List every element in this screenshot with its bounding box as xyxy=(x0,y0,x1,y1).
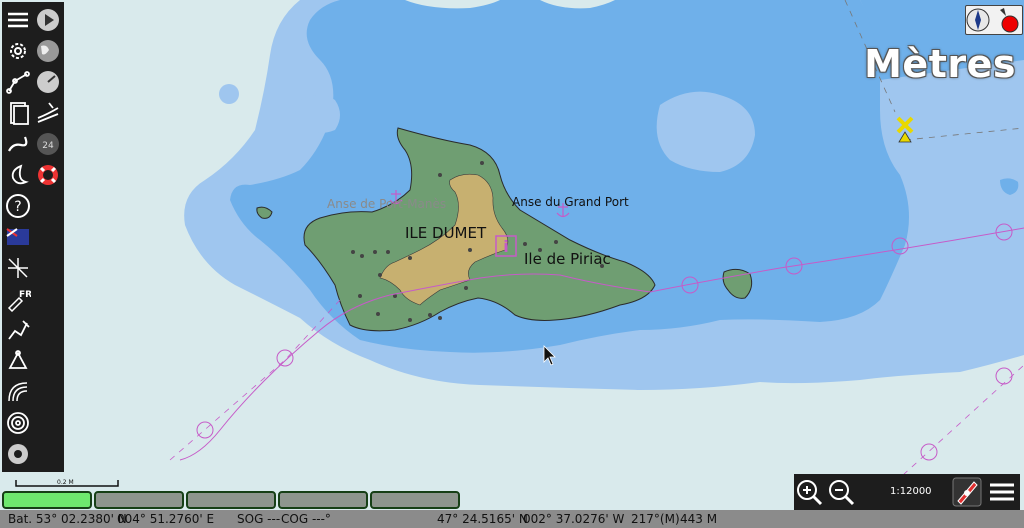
flag-icon xyxy=(6,228,29,245)
traffic-line-south xyxy=(902,364,1024,476)
cursor-bearing: 217°(M) xyxy=(631,512,680,526)
record-icon xyxy=(8,444,28,464)
svg-text:FR: FR xyxy=(19,290,31,300)
globe-icon xyxy=(37,40,59,62)
label-town: Ile de Piriac xyxy=(524,250,611,268)
tide-icon xyxy=(37,102,59,123)
layer-tab-1[interactable] xyxy=(2,491,92,509)
help-icon: ? xyxy=(6,194,30,218)
course-over-ground: COG ---° xyxy=(281,512,331,526)
follow-boat-icon[interactable] xyxy=(952,477,982,507)
layer-tab-5[interactable] xyxy=(370,491,460,509)
track-button[interactable] xyxy=(4,130,32,158)
route-icon xyxy=(6,71,30,94)
label-island-name: ILE DUMET xyxy=(405,224,487,242)
document-button[interactable] xyxy=(4,99,32,127)
document-icon xyxy=(10,102,29,125)
zoom-out-icon[interactable] xyxy=(826,477,856,507)
svg-text:i: i xyxy=(503,237,508,256)
scale-bar-label: 0.2 M xyxy=(57,479,74,486)
play-icon xyxy=(37,9,59,31)
waypoint-button[interactable] xyxy=(4,347,32,375)
gauge-icon xyxy=(37,71,59,93)
units-label: Mètres xyxy=(864,42,1016,86)
help-button[interactable]: ? xyxy=(4,192,32,220)
record-button[interactable] xyxy=(4,440,32,468)
chart-tools-button[interactable] xyxy=(4,254,32,282)
globe-button[interactable] xyxy=(34,37,62,65)
ais-button[interactable]: 24 xyxy=(34,130,62,158)
speed-over-ground: SOG --- xyxy=(237,512,281,526)
scale-readout: 1:12000 xyxy=(890,486,932,497)
night-mode-icon xyxy=(11,164,29,185)
tide-button[interactable] xyxy=(34,99,62,127)
layer-tab-2[interactable] xyxy=(94,491,184,509)
settings-icon xyxy=(10,43,26,59)
medium-depth-patch xyxy=(219,84,239,104)
language-button[interactable]: FR xyxy=(4,285,32,313)
cursor-distance: 443 M xyxy=(680,512,718,526)
settings-button[interactable] xyxy=(4,37,32,65)
radar-icon xyxy=(8,382,28,402)
svg-text:24: 24 xyxy=(42,141,54,151)
boat-longitude: 004° 51.2760' E xyxy=(117,512,215,526)
chart-tools-icon xyxy=(8,258,28,278)
cursor-longitude: 002° 37.0276' W xyxy=(523,512,625,526)
compass-widget[interactable] xyxy=(965,5,1023,35)
record-stop-icon xyxy=(1000,8,1019,33)
night-mode-button[interactable] xyxy=(4,161,32,189)
target-icon xyxy=(7,412,29,434)
language-icon: FR xyxy=(7,290,31,312)
edit-route-button[interactable] xyxy=(4,316,32,344)
menu-icon xyxy=(8,12,28,28)
track-icon xyxy=(8,136,28,152)
flag-button[interactable] xyxy=(4,223,32,251)
lifebuoy-icon xyxy=(38,165,58,185)
play-button[interactable] xyxy=(34,6,62,34)
gauge-button[interactable] xyxy=(34,68,62,96)
radar-button[interactable] xyxy=(4,378,32,406)
route-button[interactable] xyxy=(4,68,32,96)
layer-tab-3[interactable] xyxy=(186,491,276,509)
label-anse-grand-port: Anse du Grand Port xyxy=(512,195,629,209)
panel-menu-icon[interactable] xyxy=(987,477,1017,507)
lifebuoy-button[interactable] xyxy=(34,161,62,189)
label-anse-port-manes: Anse de Port-Manès xyxy=(327,197,447,211)
target-button[interactable] xyxy=(4,409,32,437)
compass-icon xyxy=(966,8,990,32)
status-bar: Bat. 53° 02.2380' N 004° 51.2760' E SOG … xyxy=(0,510,1024,528)
toolbar-sidebar: 24? FR xyxy=(2,2,64,472)
cursor-latitude: 47° 24.5165' N xyxy=(437,512,528,526)
boat-latitude: Bat. 53° 02.2380' N xyxy=(8,512,127,526)
ais-icon: 24 xyxy=(37,133,59,155)
layer-tab-4[interactable] xyxy=(278,491,368,509)
edit-route-icon xyxy=(8,320,30,340)
menu-button[interactable] xyxy=(4,6,32,34)
svg-text:?: ? xyxy=(14,199,21,215)
waypoint-icon xyxy=(8,350,28,369)
zoom-in-icon[interactable] xyxy=(794,477,824,507)
